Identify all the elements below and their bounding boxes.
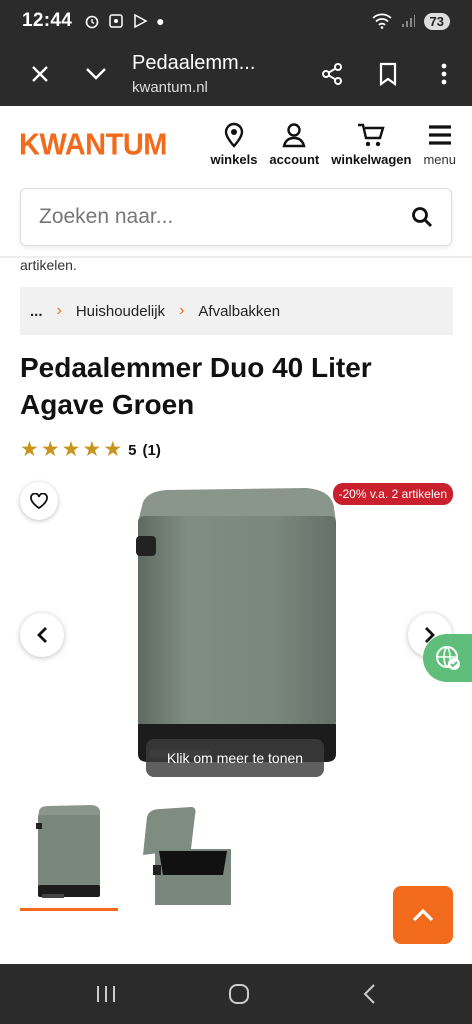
- status-icons: ●: [84, 13, 165, 29]
- nav-winkelwagen-label: winkelwagen: [331, 152, 412, 167]
- heart-icon: [30, 493, 48, 509]
- page-address[interactable]: Pedaalemm... kwantum.nl: [124, 52, 304, 96]
- close-tab-button[interactable]: [12, 46, 68, 102]
- header-nav: winkels account winkelwagen menu: [204, 122, 462, 167]
- nav-menu[interactable]: menu: [417, 122, 462, 167]
- bookmark-icon: [379, 62, 397, 86]
- map-pin-icon: [224, 122, 244, 148]
- browser-domain: kwantum.nl: [132, 79, 208, 96]
- battery-level: 73: [423, 12, 450, 30]
- chevron-right-icon: ›: [179, 302, 185, 319]
- product-title: Pedaalemmer Duo 40 Liter Agave Groen: [20, 352, 372, 420]
- system-nav-bar: [0, 964, 472, 1024]
- back-to-top-button[interactable]: [393, 886, 453, 944]
- close-icon: [32, 66, 48, 82]
- more-options-button[interactable]: [416, 46, 472, 102]
- breadcrumb: ... › Huishoudelijk › Afvalbakken: [20, 287, 453, 335]
- gallery-hint[interactable]: Klik om meer te tonen: [146, 739, 324, 777]
- breadcrumb-item-afvalbakken[interactable]: Afvalbakken: [198, 303, 280, 320]
- star-icon: ★: [103, 438, 123, 461]
- thumbnail-1[interactable]: [20, 805, 118, 911]
- chevron-right-icon: ›: [56, 302, 62, 319]
- search-input[interactable]: [39, 205, 411, 229]
- browser-page-title: Pedaalemm...: [132, 52, 256, 74]
- thumbnail-image: [143, 807, 231, 905]
- user-icon: [282, 123, 306, 148]
- nav-account-label: account: [269, 152, 320, 167]
- star-icon: ★: [82, 438, 102, 461]
- site-header: KWANTUM winkels account winkelwagen menu: [0, 106, 472, 184]
- chevron-left-icon: [37, 627, 47, 643]
- hamburger-icon: [428, 125, 451, 145]
- globe-check-icon: [435, 646, 460, 670]
- recent-apps-icon[interactable]: [95, 984, 117, 1004]
- wifi-icon: [371, 13, 392, 29]
- bookmark-button[interactable]: [360, 46, 416, 102]
- star-icon: ★: [61, 438, 81, 461]
- alarm-icon: [85, 15, 99, 29]
- favorite-button[interactable]: [20, 482, 58, 520]
- rating-count: (1): [142, 441, 161, 459]
- product-rating[interactable]: ★ ★ ★ ★ ★ 5 (1): [20, 438, 161, 461]
- notice-fragment: artikelen.: [20, 257, 77, 273]
- nav-winkelwagen[interactable]: winkelwagen: [325, 122, 417, 167]
- browser-toolbar: Pedaalemm... kwantum.nl: [0, 42, 472, 106]
- share-icon: [322, 63, 342, 85]
- chevron-down-icon: [86, 68, 106, 80]
- nav-winkels[interactable]: winkels: [204, 122, 263, 167]
- thumbnail-2[interactable]: [138, 805, 236, 911]
- gallery-prev-button[interactable]: [20, 613, 64, 657]
- home-icon[interactable]: [228, 983, 250, 1005]
- breadcrumb-ellipsis[interactable]: ...: [30, 303, 43, 320]
- nav-winkels-label: winkels: [210, 152, 258, 167]
- play-store-icon: [134, 13, 148, 29]
- signal-icon: [401, 15, 415, 27]
- back-icon[interactable]: [361, 983, 377, 1005]
- chevron-up-icon: [412, 908, 434, 922]
- rating-score: 5: [128, 441, 137, 459]
- thumbnail-image: [36, 805, 100, 898]
- screenshot-icon: [109, 14, 123, 28]
- nav-menu-label: menu: [423, 152, 456, 167]
- thumbnail-strip: [20, 805, 236, 911]
- breadcrumb-item-huishoudelijk[interactable]: Huishoudelijk: [76, 303, 165, 320]
- nav-account[interactable]: account: [263, 122, 325, 167]
- promo-badge: -20% v.a. 2 artikelen: [332, 483, 453, 505]
- cart-icon: [358, 123, 385, 147]
- star-icon: ★: [20, 438, 39, 461]
- kwantum-logo[interactable]: KWANTUM: [19, 128, 167, 163]
- search-box: [20, 188, 452, 246]
- status-bar: 12:44 ● 73: [0, 0, 472, 42]
- kebab-menu-icon: [441, 63, 447, 85]
- dot-icon: ●: [156, 13, 165, 29]
- share-button[interactable]: [304, 46, 360, 102]
- star-icon: ★: [40, 438, 60, 461]
- search-icon[interactable]: [411, 206, 433, 228]
- collapse-button[interactable]: [68, 46, 124, 102]
- status-time: 12:44: [22, 10, 73, 31]
- browser-extension-button[interactable]: [423, 634, 472, 682]
